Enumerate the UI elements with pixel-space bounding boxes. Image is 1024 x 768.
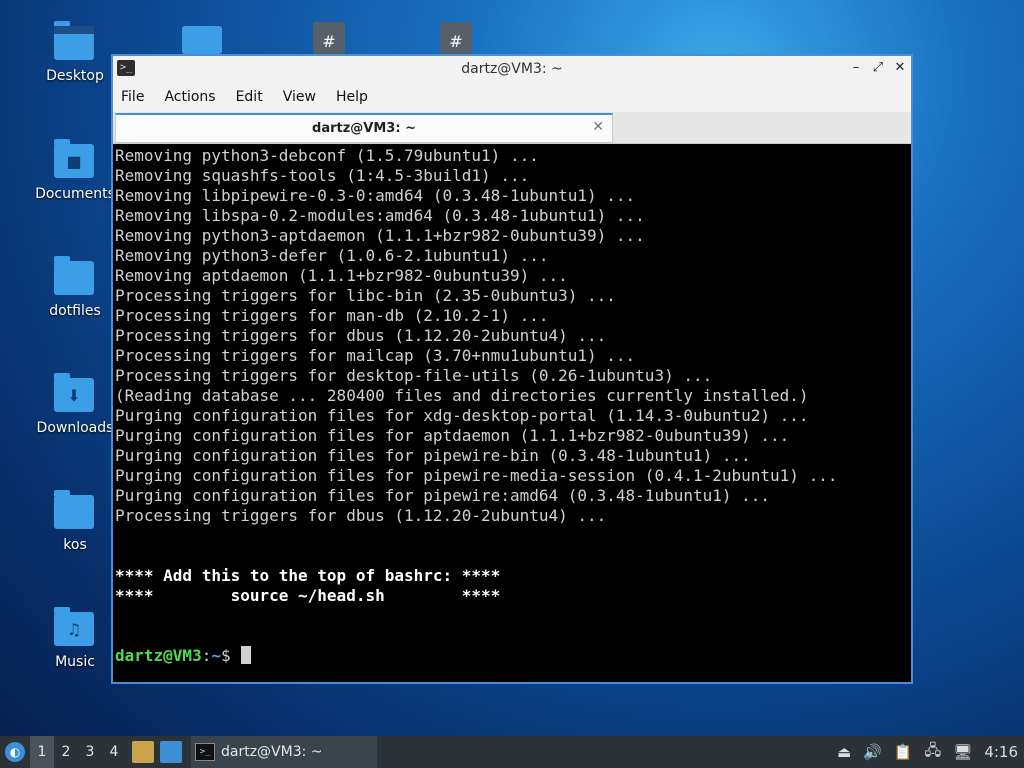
prompt-symbol: $ [220, 646, 241, 665]
system-tray: ⏏ 🔊 📋 🖧 🖥 4:16 [831, 736, 1024, 768]
prompt-path: ~ [211, 646, 221, 665]
tab-label: dartz@VM3: ~ [312, 121, 416, 136]
desktop-icon-downloads[interactable]: ⬇ Downloads [30, 373, 120, 436]
terminal-line: Purging configuration files for xdg-desk… [115, 406, 809, 425]
desktop-icon-label: Desktop [46, 68, 104, 84]
terminal-line: Removing python3-defer (1.0.6-2.1ubuntu1… [115, 246, 549, 265]
prompt-user: dartz@VM3 [115, 646, 202, 665]
menu-view[interactable]: View [283, 89, 316, 105]
prompt-separator: : [201, 646, 212, 665]
text-cursor [241, 646, 252, 664]
minimize-icon[interactable]: – [849, 59, 863, 77]
desktop-icon-label: Music [55, 654, 95, 670]
start-menu-button[interactable]: ◐ [0, 736, 30, 768]
desktop-icon-label: dotfiles [49, 303, 101, 319]
spreadsheet-file-icon[interactable]: # [440, 22, 472, 54]
terminal-line: Removing squashfs-tools (1:4.5-3build1) … [115, 166, 530, 185]
task-label: dartz@VM3: ~ [221, 744, 323, 760]
workspace-1[interactable]: 1 [30, 736, 54, 768]
desktop-icon-documents[interactable]: ■ Documents [30, 139, 120, 202]
terminal-line: Processing triggers for mailcap (3.70+nm… [115, 346, 636, 365]
lubuntu-logo-icon: ◐ [5, 742, 25, 762]
terminal-app-icon[interactable]: >_ [117, 60, 135, 76]
menu-help[interactable]: Help [336, 89, 368, 105]
terminal-line: Removing python3-aptdaemon (1.1.1+bzr982… [115, 226, 645, 245]
network-icon[interactable]: 🖧 [925, 740, 942, 765]
desktop-icon-desktop[interactable]: Desktop [30, 21, 120, 84]
menu-file[interactable]: File [121, 89, 144, 105]
documents-folder-icon: ■ [54, 139, 96, 182]
shell-prompt[interactable]: dartz@VM3:~$ [115, 646, 911, 666]
show-desktop-icon[interactable] [160, 741, 182, 763]
terminal-line: Processing triggers for dbus (1.12.20-2u… [115, 326, 607, 345]
terminal-line: (Reading database ... 280400 files and d… [115, 386, 809, 405]
taskbar: ◐ 1 2 3 4 >_ dartz@VM3: ~ ⏏ 🔊 📋 🖧 🖥 4:16 [0, 736, 1024, 768]
downloads-folder-icon: ⬇ [54, 373, 96, 416]
workspace-2[interactable]: 2 [54, 736, 78, 768]
terminal-output[interactable]: Removing python3-debconf (1.5.79ubuntu1)… [113, 146, 911, 682]
desktop-icon-label: kos [63, 537, 87, 553]
folder-icon [54, 490, 96, 533]
window-titlebar[interactable]: >_ dartz@VM3: ~ – ⤢ ✕ [113, 56, 911, 82]
close-icon[interactable]: ✕ [893, 59, 907, 77]
maximize-icon[interactable]: ⤢ [871, 59, 885, 77]
terminal-line: Removing aptdaemon (1.1.1+bzr982-0ubuntu… [115, 266, 568, 285]
terminal-line: Purging configuration files for pipewire… [115, 446, 751, 465]
terminal-line: Purging configuration files for pipewire… [115, 486, 771, 505]
workspace-3[interactable]: 3 [78, 736, 102, 768]
terminal-line: Removing libpipewire-0.3-0:amd64 (0.3.48… [115, 186, 636, 205]
desktop-icon-dotfiles[interactable]: dotfiles [30, 256, 120, 319]
terminal-window[interactable]: >_ dartz@VM3: ~ – ⤢ ✕ File Actions Edit … [111, 54, 913, 684]
terminal-line: Processing triggers for man-db (2.10.2-1… [115, 306, 549, 325]
desktop-icon-label: Documents [35, 186, 115, 202]
terminal-task-icon: >_ [195, 743, 215, 761]
terminal-line: Processing triggers for desktop-file-uti… [115, 366, 713, 385]
music-folder-icon: ♫ [54, 607, 96, 650]
terminal-line: Processing triggers for dbus (1.12.20-2u… [115, 506, 607, 525]
bashrc-notice-line: **** source ~/head.sh **** [115, 586, 501, 605]
menu-bar: File Actions Edit View Help [113, 82, 911, 112]
menu-actions[interactable]: Actions [164, 89, 215, 105]
desktop-icon-label: Downloads [36, 420, 114, 436]
desktop-icon-kos[interactable]: kos [30, 490, 120, 553]
image-folder-icon[interactable] [182, 26, 222, 54]
clipboard-icon[interactable]: 📋 [894, 743, 913, 761]
volume-icon[interactable]: 🔊 [863, 743, 882, 761]
desktop-icon-music[interactable]: ♫ Music [30, 607, 120, 670]
terminal-line: Removing python3-debconf (1.5.79ubuntu1)… [115, 146, 539, 165]
terminal-line: Processing triggers for libc-bin (2.35-0… [115, 286, 616, 305]
tab-bar: dartz@VM3: ~ ✕ [113, 112, 911, 144]
terminal-line: Purging configuration files for pipewire… [115, 466, 838, 485]
clock[interactable]: 4:16 [984, 743, 1018, 761]
desktop-folder-icon [54, 21, 96, 64]
workspace-4[interactable]: 4 [102, 736, 126, 768]
eject-icon[interactable]: ⏏ [837, 743, 851, 761]
terminal-line: Purging configuration files for aptdaemo… [115, 426, 790, 445]
menu-edit[interactable]: Edit [236, 89, 263, 105]
spreadsheet-file-icon[interactable]: # [313, 22, 345, 54]
terminal-line: Removing libspa-0.2-modules:amd64 (0.3.4… [115, 206, 645, 225]
tab-terminal[interactable]: dartz@VM3: ~ ✕ [115, 113, 613, 143]
folder-icon [54, 256, 96, 299]
bashrc-notice-line: **** Add this to the top of bashrc: **** [115, 566, 501, 585]
notification-icon[interactable]: 🖥 [953, 743, 972, 761]
tab-close-icon[interactable]: ✕ [592, 119, 604, 135]
file-manager-icon[interactable] [132, 741, 154, 763]
taskbar-task-terminal[interactable]: >_ dartz@VM3: ~ [191, 736, 377, 768]
window-title: dartz@VM3: ~ [461, 61, 563, 77]
